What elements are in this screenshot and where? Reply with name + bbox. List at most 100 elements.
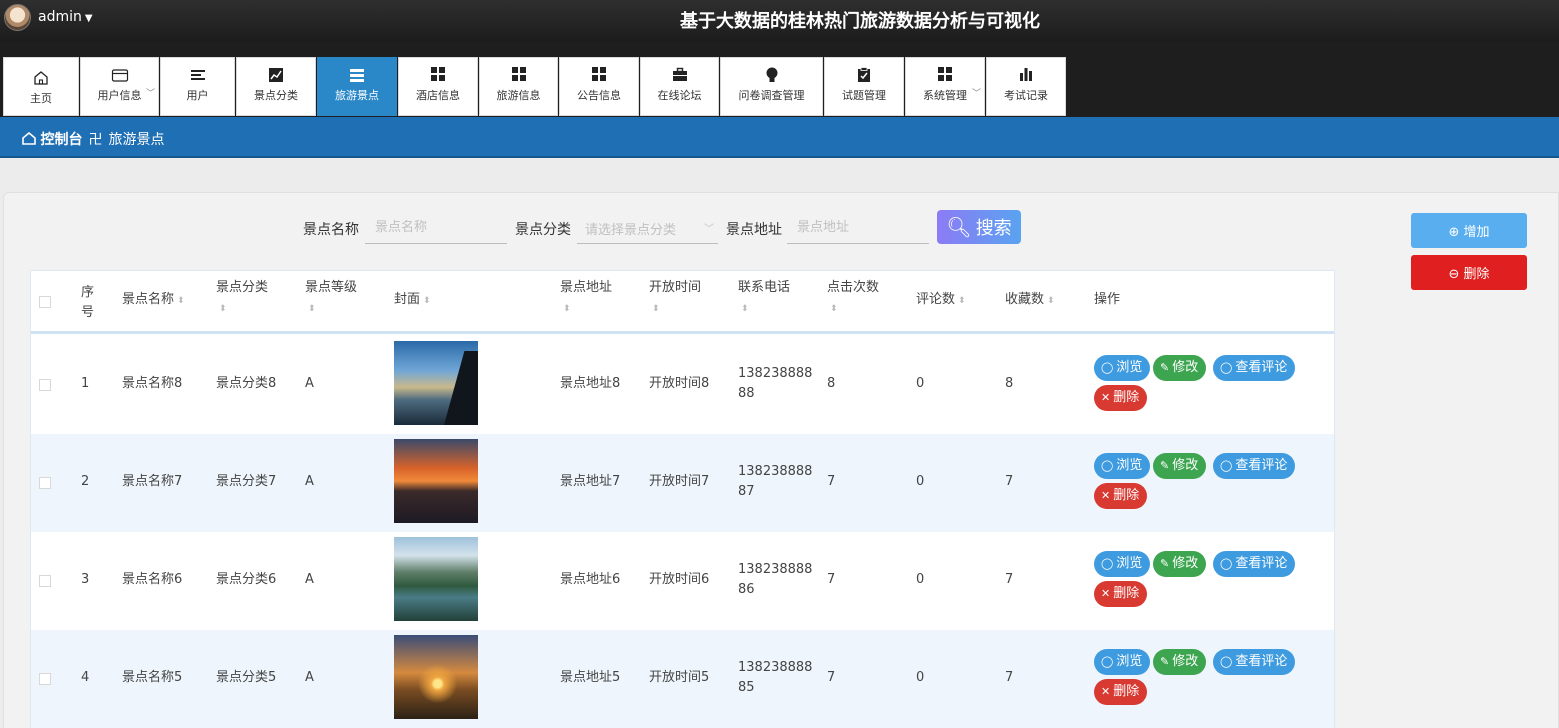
column-header-favorites[interactable]: 收藏数 ⬍ [1005, 290, 1055, 311]
avatar[interactable] [4, 4, 31, 31]
cover-image[interactable] [394, 439, 478, 523]
nav-label: 旅游景点 [335, 89, 379, 102]
nav-item-questions[interactable]: 试题管理 [824, 57, 904, 116]
search-icon: ◯ [1101, 459, 1114, 472]
row-delete-button[interactable]: ✕ 删除 [1094, 483, 1148, 509]
close-icon: ✕ [1101, 685, 1111, 698]
user-menu[interactable]: admin ▼ [38, 9, 93, 25]
cell-favorites: 7 [1005, 474, 1014, 489]
search-button-label: 搜索 [975, 218, 1012, 239]
sort-icon: ⬍ [563, 304, 571, 314]
batch-delete-button-label: 删除 [1463, 267, 1490, 282]
cell-favorites: 7 [1005, 572, 1014, 587]
nav-item-users[interactable]: 用户 [160, 57, 235, 116]
sort-icon: ⬍ [219, 304, 227, 314]
column-header-phone[interactable]: 联系电话 ⬍ [738, 278, 790, 319]
column-header-category[interactable]: 景点分类 ⬍ [216, 278, 268, 319]
row-checkbox[interactable] [39, 575, 51, 587]
cell-open-time: 开放时间6 [649, 572, 710, 587]
edit-button[interactable]: ✎ 修改 [1153, 551, 1207, 577]
row-delete-button[interactable]: ✕ 删除 [1094, 581, 1148, 607]
column-header-label: 收藏数 [1005, 292, 1045, 307]
row-delete-button-label: 删除 [1113, 586, 1140, 601]
cover-image[interactable] [394, 341, 478, 425]
column-header-comments[interactable]: 评论数 ⬍ [916, 290, 966, 311]
nav-label: 试题管理 [842, 89, 886, 102]
batch-delete-button[interactable]: ⊖ 删除 [1411, 255, 1527, 290]
search-icon: ◯ [1220, 655, 1233, 668]
nav-item-home[interactable]: 主页 [3, 57, 79, 116]
bar-chart-icon [987, 67, 1065, 89]
cell-open-time: 开放时间8 [649, 376, 710, 391]
nav-item-user-info[interactable]: 用户信息 ﹀ [80, 57, 159, 116]
column-header-level[interactable]: 景点等级 ⬍ [305, 278, 357, 319]
name-filter-label: 景点名称 [303, 222, 359, 238]
row-delete-button[interactable]: ✕ 删除 [1094, 385, 1148, 411]
name-search-input[interactable] [365, 212, 507, 244]
search-icon: 🔍︎ [946, 215, 972, 239]
nav-item-system[interactable]: 系统管理 ﹀ [905, 57, 985, 116]
home-icon [22, 131, 36, 148]
category-select[interactable]: 请选择景点分类 ﹀ [577, 212, 718, 244]
table-header: 序号 景点名称 ⬍ 景点分类 ⬍ 景点等级 ⬍ 封面 ⬍ 景点地址 ⬍ 开放时间 ⬍ 联系电… [31, 271, 1334, 334]
cell-address: 景点地址5 [560, 670, 621, 685]
column-header-clicks[interactable]: 点击次数 ⬍ [827, 278, 879, 319]
edit-button[interactable]: ✎ 修改 [1153, 649, 1207, 675]
row-checkbox[interactable] [39, 673, 51, 685]
nav-label: 主页 [30, 92, 52, 105]
row-checkbox[interactable] [39, 379, 51, 391]
cell-clicks: 7 [827, 670, 836, 685]
nav-item-exam-records[interactable]: 考试记录 [986, 57, 1066, 116]
view-comments-button[interactable]: ◯ 查看评论 [1213, 551, 1296, 577]
phone-line: 138238888 [738, 464, 813, 479]
view-comments-button[interactable]: ◯ 查看评论 [1213, 649, 1296, 675]
edit-icon: ✎ [1160, 655, 1170, 668]
view-comments-button-label: 查看评论 [1235, 556, 1288, 571]
view-button[interactable]: ◯ 浏览 [1094, 355, 1151, 381]
select-all-checkbox[interactable] [39, 296, 51, 308]
cell-comments: 0 [916, 376, 925, 391]
view-comments-button[interactable]: ◯ 查看评论 [1213, 453, 1296, 479]
cover-image[interactable] [394, 635, 478, 719]
nav-item-survey[interactable]: 问卷调查管理 [720, 57, 823, 116]
chevron-down-icon: ﹀ [145, 89, 155, 99]
sort-icon: ⬍ [830, 304, 838, 314]
clipboard-icon [825, 67, 903, 89]
search-button[interactable]: 🔍︎ 搜索 [937, 210, 1021, 244]
sort-icon: ⬍ [741, 304, 749, 314]
nav-label: 在线论坛 [657, 89, 702, 102]
nav-item-hotels[interactable]: 酒店信息 [398, 57, 478, 116]
edit-button[interactable]: ✎ 修改 [1153, 355, 1207, 381]
edit-button-label: 修改 [1172, 556, 1199, 571]
row-delete-button[interactable]: ✕ 删除 [1094, 679, 1148, 705]
nav-item-travel-info[interactable]: 旅游信息 [479, 57, 558, 116]
add-button[interactable]: ⊕ 增加 [1411, 213, 1527, 248]
nav-item-attractions[interactable]: 旅游景点 [317, 57, 397, 116]
view-button[interactable]: ◯ 浏览 [1094, 649, 1151, 675]
table-row: 2 景点名称7 景点分类7 A 景点地址7 开放时间7 138238888 87 … [31, 434, 1334, 532]
sort-icon: ⬍ [652, 304, 660, 314]
table-row: 3 景点名称6 景点分类6 A 景点地址6 开放时间6 138238888 86 … [31, 532, 1334, 630]
row-checkbox[interactable] [39, 477, 51, 489]
nav-item-notices[interactable]: 公告信息 [559, 57, 639, 116]
view-button[interactable]: ◯ 浏览 [1094, 453, 1151, 479]
edit-button[interactable]: ✎ 修改 [1153, 453, 1207, 479]
cell-phone: 138238888 86 [738, 560, 812, 600]
column-header-name[interactable]: 景点名称 ⬍ [122, 290, 185, 311]
cell-clicks: 7 [827, 474, 836, 489]
nav-item-category[interactable]: 景点分类 [236, 57, 316, 116]
nav-item-forum[interactable]: 在线论坛 [640, 57, 719, 116]
cell-open-time: 开放时间5 [649, 670, 710, 685]
address-search-input[interactable] [787, 212, 929, 244]
breadcrumb-home[interactable]: 控制台 [40, 132, 82, 148]
column-header-open-time[interactable]: 开放时间 ⬍ [649, 278, 701, 319]
cell-level: A [305, 670, 314, 685]
cover-image[interactable] [394, 537, 478, 621]
view-comments-button[interactable]: ◯ 查看评论 [1213, 355, 1296, 381]
column-header-cover[interactable]: 封面 ⬍ [394, 290, 431, 311]
view-button[interactable]: ◯ 浏览 [1094, 551, 1151, 577]
address-filter-label: 景点地址 [726, 222, 782, 238]
search-icon: ◯ [1220, 361, 1233, 374]
column-header-address[interactable]: 景点地址 ⬍ [560, 278, 612, 319]
phone-line: 138238888 [738, 562, 813, 577]
